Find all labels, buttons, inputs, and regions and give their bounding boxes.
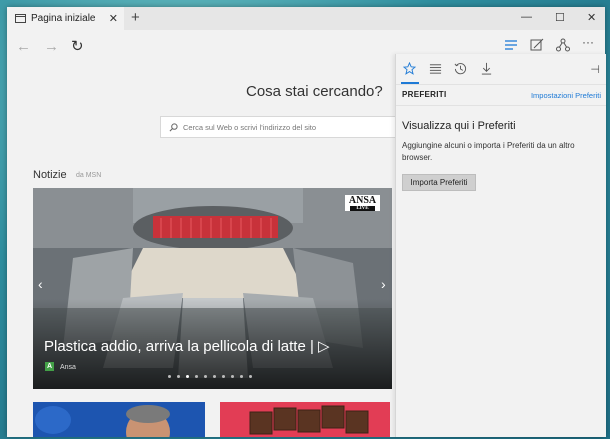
new-tab-page: Cosa stai cercando? Notizie da MSN (7, 63, 395, 437)
carousel-indicators (168, 375, 252, 378)
news-thumbnail (33, 402, 205, 437)
refresh-button[interactable]: ↻ (71, 39, 84, 54)
news-card[interactable] (220, 402, 390, 437)
carousel-next-button[interactable]: › (381, 276, 386, 292)
news-source: da MSN (76, 172, 102, 179)
more-options-icon[interactable]: ··· (582, 35, 594, 49)
carousel-dot[interactable] (195, 375, 198, 378)
carousel-dot[interactable] (231, 375, 234, 378)
favorites-empty-title: Visualizza qui i Preferiti (402, 120, 516, 132)
ansa-live-logo: ANSA LIVE (345, 195, 380, 211)
favorites-panel: ⊣ PREFERITI Impostazioni Preferiti Visua… (395, 54, 606, 437)
news-headline[interactable]: Plastica addio, arriva la pellicola di l… (44, 337, 330, 355)
search-icon (169, 122, 178, 131)
publisher-logo: A (45, 362, 54, 371)
reading-list-icon[interactable] (429, 62, 442, 80)
carousel-dot[interactable] (177, 375, 180, 378)
import-favorites-button[interactable]: Importa Preferiti (402, 174, 476, 191)
favorites-empty-description: Aggiungine alcuni o importa i Preferiti … (402, 141, 575, 162)
carousel-dot[interactable] (222, 375, 225, 378)
tab-title: Pagina iniziale (31, 13, 96, 24)
pin-panel-icon[interactable]: ⊣ (590, 63, 600, 76)
forward-button[interactable]: → (44, 39, 59, 54)
carousel-dot[interactable] (204, 375, 207, 378)
carousel-dot[interactable] (213, 375, 216, 378)
back-button[interactable]: ← (16, 39, 31, 54)
carousel-dot[interactable] (249, 375, 252, 378)
carousel-dot[interactable] (168, 375, 171, 378)
news-card[interactable] (33, 402, 205, 437)
browser-window: Pagina iniziale ✕ + — ☐ ✕ ← → ↻ ··· Cosa… (7, 7, 606, 437)
tab-close-icon[interactable]: ✕ (109, 12, 118, 25)
favorites-header: PREFERITI Impostazioni Preferiti (396, 84, 606, 106)
new-tab-button[interactable]: + (131, 10, 140, 25)
favorites-header-title: PREFERITI (402, 90, 447, 99)
page-icon (15, 14, 26, 23)
search-input[interactable] (183, 122, 383, 132)
favorites-star-icon[interactable] (402, 61, 417, 80)
news-publisher: Ansa (60, 364, 76, 371)
news-hero-card[interactable]: ANSA LIVE ‹ › Plastica addio, arriva la p… (33, 188, 392, 389)
news-heading: Notizie (33, 169, 67, 181)
tab-bar: Pagina iniziale ✕ + — ☐ ✕ (7, 7, 605, 30)
play-icon: | ▷ (309, 338, 330, 355)
carousel-dot[interactable] (186, 375, 189, 378)
news-thumbnail (220, 402, 390, 437)
search-box[interactable] (160, 116, 395, 138)
hub-tabs: ⊣ (396, 54, 606, 84)
close-window-button[interactable]: ✕ (587, 11, 596, 24)
carousel-dot[interactable] (240, 375, 243, 378)
tab-home[interactable]: Pagina iniziale ✕ (7, 7, 124, 30)
history-icon[interactable] (454, 62, 467, 80)
favorites-settings-link[interactable]: Impostazioni Preferiti (531, 91, 601, 100)
search-title: Cosa stai cercando? (246, 83, 383, 100)
downloads-icon[interactable] (480, 62, 493, 80)
minimize-button[interactable]: — (521, 11, 532, 23)
carousel-prev-button[interactable]: ‹ (38, 276, 43, 292)
maximize-button[interactable]: ☐ (555, 11, 565, 24)
